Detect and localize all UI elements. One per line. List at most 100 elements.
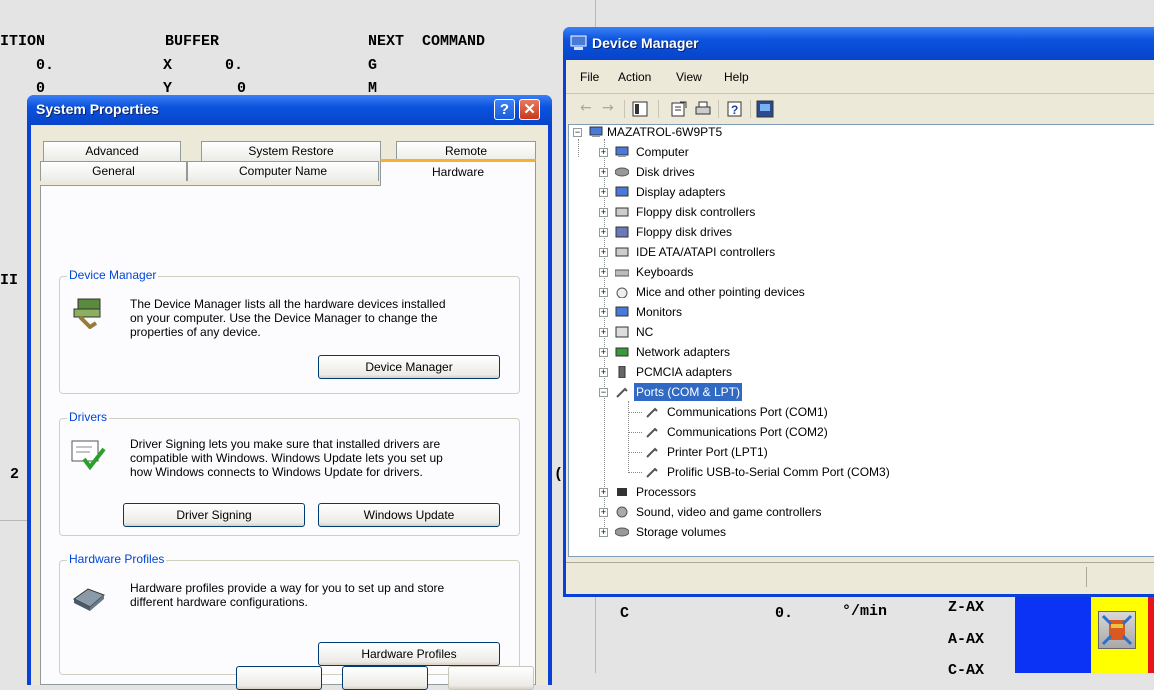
window-client: File Action View Help ← → ? − MAZATROL-6… [566,60,1154,594]
device-tree: − MAZATROL-6W9PT5 + Computer + Disk drives… [568,124,1154,557]
storage-icon [615,527,629,537]
forward-arrow-icon[interactable]: → [602,100,614,116]
tree-item-label: Sound, video and game controllers [636,505,822,519]
port-icon [616,387,628,398]
toolbar-separator [718,100,719,118]
expand-icon[interactable]: + [599,368,608,377]
tab-general[interactable]: General [40,161,187,181]
expand-icon[interactable]: + [599,248,608,257]
window-title: System Properties [36,101,159,117]
expand-icon[interactable]: + [599,208,608,217]
next-g-label: G [368,57,378,74]
expand-icon[interactable]: + [599,308,608,317]
buffer-header: BUFFER [165,33,220,50]
expand-icon[interactable]: + [599,288,608,297]
back-arrow-icon[interactable]: ← [580,100,592,116]
tree-line [628,432,642,433]
computer-icon [570,35,587,50]
close-button[interactable]: ✕ [519,99,540,120]
expand-icon[interactable]: + [599,508,608,517]
network-adapter-icon [615,347,629,357]
buffer-x-value: 0. [225,57,244,74]
tab-advanced[interactable]: Advanced [43,141,181,161]
tree-item-label: Disk drives [636,165,695,179]
expand-icon[interactable]: + [599,488,608,497]
scan-hardware-icon[interactable] [756,100,774,118]
device-manager-window: Device Manager File Action View Help ← →… [563,27,1154,597]
tree-item-label: Mice and other pointing devices [636,285,805,299]
tab-remote[interactable]: Remote [396,141,536,161]
root-label: MAZATROL-6W9PT5 [607,125,723,139]
disk-drive-icon [615,167,629,177]
tree-item-label: Printer Port (LPT1) [667,445,768,459]
menu-action[interactable]: Action [618,70,651,84]
tab-system-restore[interactable]: System Restore [201,141,381,161]
menu-view[interactable]: View [676,70,702,84]
console-tree-icon[interactable] [632,101,648,117]
tree-item-label: NC [636,325,654,339]
expand-icon[interactable]: + [599,148,608,157]
description-line: compatible with Windows. Windows Update … [130,451,443,465]
help-icon[interactable]: ? [726,100,744,118]
toolbar-separator [624,100,625,118]
position-header: ITION [0,33,46,50]
driver-signing-button[interactable]: Driver Signing [123,503,305,527]
tree-item-label: Communications Port (COM2) [667,425,828,439]
group-label: Drivers [67,410,109,424]
divider [595,597,596,673]
port-icon [646,447,658,458]
tab-computer-name[interactable]: Computer Name [187,161,379,181]
help-button[interactable]: ? [494,99,515,120]
tree-item-label: Network adapters [636,345,731,359]
divider [0,520,30,521]
status-bar [566,562,1154,590]
tree-line [628,472,642,473]
feed-axis-label: C [620,605,630,622]
tree-item-label: Ports (COM & LPT) [634,383,743,401]
tree-item-label: Monitors [636,305,683,319]
properties-icon[interactable] [670,100,688,118]
menu-file[interactable]: File [580,70,599,84]
tree-item-label: IDE ATA/ATAPI controllers [636,245,776,259]
tree-item-label: Display adapters [636,185,726,199]
expand-icon[interactable]: + [599,168,608,177]
system-properties-window: System Properties ? ✕ Advanced System Re… [27,95,552,690]
device-manager-icon [73,298,101,329]
toolbar-separator [750,100,751,118]
dialog-body: Advanced System Restore Remote General C… [31,125,548,690]
tool-change-icon[interactable] [1098,611,1136,649]
expand-icon[interactable]: + [599,268,608,277]
tab-hardware[interactable]: Hardware [380,159,536,186]
title-bar[interactable]: System Properties ? ✕ [27,95,552,125]
device-manager-button[interactable]: Device Manager [318,355,500,379]
hardware-profiles-icon [73,588,105,611]
position-value-1: 0. [36,57,55,74]
windows-update-button[interactable]: Windows Update [318,503,500,527]
expand-icon[interactable]: + [599,228,608,237]
cancel-button[interactable] [342,666,428,690]
hardware-profiles-button[interactable]: Hardware Profiles [318,642,500,666]
axis-c-label: C-AX [948,662,985,679]
expand-icon[interactable]: + [599,188,608,197]
feed-value: 0. [775,605,794,622]
ok-button[interactable] [236,666,322,690]
hardware-tab-panel: Device Manager The Device Manager lists … [40,185,536,685]
collapse-icon[interactable]: − [573,128,582,137]
drivers-group: Drivers Driver Signing lets you make sur… [59,410,520,536]
next-command-header: NEXT COMMAND [368,33,486,50]
print-icon[interactable] [694,100,712,118]
description-line: Hardware profiles provide a way for you … [130,581,445,595]
expand-icon[interactable]: + [599,528,608,537]
collapse-icon[interactable]: − [599,388,608,397]
title-bar[interactable]: Device Manager [563,27,1154,60]
axis-z-label: Z-AX [948,599,985,616]
menu-help[interactable]: Help [724,70,749,84]
expand-icon[interactable]: + [599,328,608,337]
tree-item-label: PCMCIA adapters [636,365,733,379]
monitor-icon [615,306,629,317]
group-label: Device Manager [67,268,159,282]
tree-item-label: Prolific USB-to-Serial Comm Port (COM3) [667,465,890,479]
expand-icon[interactable]: + [599,348,608,357]
keyboard-icon [615,269,629,277]
sound-icon [616,506,628,518]
